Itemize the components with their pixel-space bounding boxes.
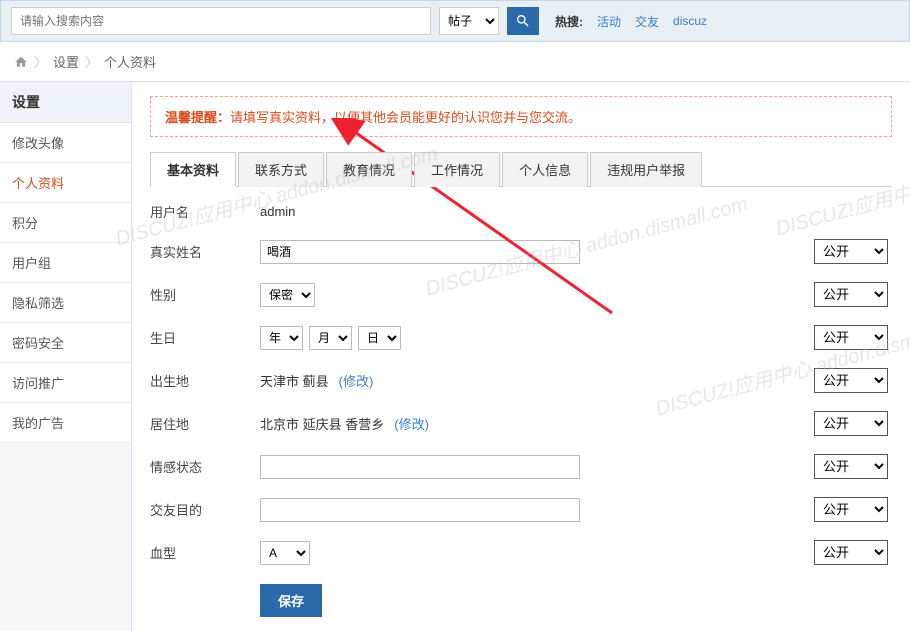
- purpose-label: 交友目的: [150, 500, 260, 519]
- search-bar: 帖子 热搜: 活动 交友 discuz: [0, 0, 910, 42]
- birth-month-select[interactable]: 月: [309, 326, 352, 350]
- sidebar-item-promo[interactable]: 访问推广: [0, 363, 131, 403]
- tab-basic[interactable]: 基本资料: [150, 152, 236, 187]
- hot-link[interactable]: 交友: [635, 13, 659, 30]
- purpose-input[interactable]: [260, 498, 580, 522]
- breadcrumb-sep: 〉: [85, 52, 98, 71]
- sidebar-item-credits[interactable]: 积分: [0, 203, 131, 243]
- hot-link[interactable]: 活动: [597, 13, 621, 30]
- sidebar-title: 设置: [0, 82, 131, 123]
- purpose-privacy[interactable]: 公开: [814, 497, 888, 522]
- gender-select[interactable]: 保密: [260, 283, 315, 307]
- gender-privacy[interactable]: 公开: [814, 282, 888, 307]
- birth-privacy[interactable]: 公开: [814, 325, 888, 350]
- search-input[interactable]: [11, 7, 431, 35]
- search-scope-select[interactable]: 帖子: [439, 7, 499, 35]
- hot-search-label: 热搜:: [555, 13, 583, 30]
- tab-contact[interactable]: 联系方式: [238, 152, 324, 187]
- emotion-label: 情感状态: [150, 457, 260, 476]
- birthplace-label: 出生地: [150, 371, 260, 390]
- main-content: 温馨提醒：请填写真实资料，以便其他会员能更好的认识您并与您交流。 基本资料 联系…: [132, 82, 910, 631]
- username-label: 用户名: [150, 202, 260, 221]
- birthplace-value: 天津市 蓟县: [260, 371, 329, 390]
- sidebar-item-privacy[interactable]: 隐私筛选: [0, 283, 131, 323]
- home-icon: [14, 55, 28, 69]
- blood-select[interactable]: A: [260, 541, 310, 565]
- sidebar-item-avatar[interactable]: 修改头像: [0, 123, 131, 163]
- save-button[interactable]: 保存: [260, 584, 322, 617]
- tab-work[interactable]: 工作情况: [414, 152, 500, 187]
- blood-privacy[interactable]: 公开: [814, 540, 888, 565]
- notice-prefix: 温馨提醒：: [165, 110, 230, 125]
- residence-privacy[interactable]: 公开: [814, 411, 888, 436]
- gender-label: 性别: [150, 285, 260, 304]
- residence-modify[interactable]: (修改): [394, 414, 429, 433]
- emotion-input[interactable]: [260, 455, 580, 479]
- tab-personal[interactable]: 个人信息: [502, 152, 588, 187]
- notice-box: 温馨提醒：请填写真实资料，以便其他会员能更好的认识您并与您交流。: [150, 96, 892, 137]
- emotion-privacy[interactable]: 公开: [814, 454, 888, 479]
- sidebar-item-usergroup[interactable]: 用户组: [0, 243, 131, 283]
- birthplace-modify[interactable]: (修改): [339, 371, 374, 390]
- sidebar-item-profile[interactable]: 个人资料: [0, 163, 131, 203]
- sidebar: 设置 修改头像 个人资料 积分 用户组 隐私筛选 密码安全 访问推广 我的广告: [0, 82, 132, 631]
- notice-text: 请填写真实资料，以便其他会员能更好的认识您并与您交流。: [230, 110, 581, 125]
- profile-form: 用户名 admin 真实姓名 公开 性别 保密 公开 生日 年 月 日 公: [150, 187, 892, 617]
- breadcrumb-settings[interactable]: 设置: [53, 52, 79, 71]
- tab-report[interactable]: 违规用户举报: [590, 152, 702, 187]
- realname-privacy[interactable]: 公开: [814, 239, 888, 264]
- birth-day-select[interactable]: 日: [358, 326, 401, 350]
- breadcrumb-profile[interactable]: 个人资料: [104, 52, 156, 71]
- search-button[interactable]: [507, 7, 539, 35]
- birthplace-privacy[interactable]: 公开: [814, 368, 888, 393]
- blood-label: 血型: [150, 543, 260, 562]
- residence-value: 北京市 延庆县 香营乡: [260, 414, 384, 433]
- sidebar-item-ads[interactable]: 我的广告: [0, 403, 131, 443]
- tabs: 基本资料 联系方式 教育情况 工作情况 个人信息 违规用户举报: [150, 151, 892, 187]
- hot-link[interactable]: discuz: [673, 14, 707, 28]
- tab-education[interactable]: 教育情况: [326, 152, 412, 187]
- realname-label: 真实姓名: [150, 242, 260, 261]
- realname-input[interactable]: [260, 240, 580, 264]
- breadcrumb: 〉 设置 〉 个人资料: [0, 42, 910, 81]
- birth-label: 生日: [150, 328, 260, 347]
- breadcrumb-sep: 〉: [34, 52, 47, 71]
- sidebar-item-password[interactable]: 密码安全: [0, 323, 131, 363]
- residence-label: 居住地: [150, 414, 260, 433]
- search-icon: [515, 13, 531, 29]
- birth-year-select[interactable]: 年: [260, 326, 303, 350]
- username-value: admin: [260, 204, 892, 219]
